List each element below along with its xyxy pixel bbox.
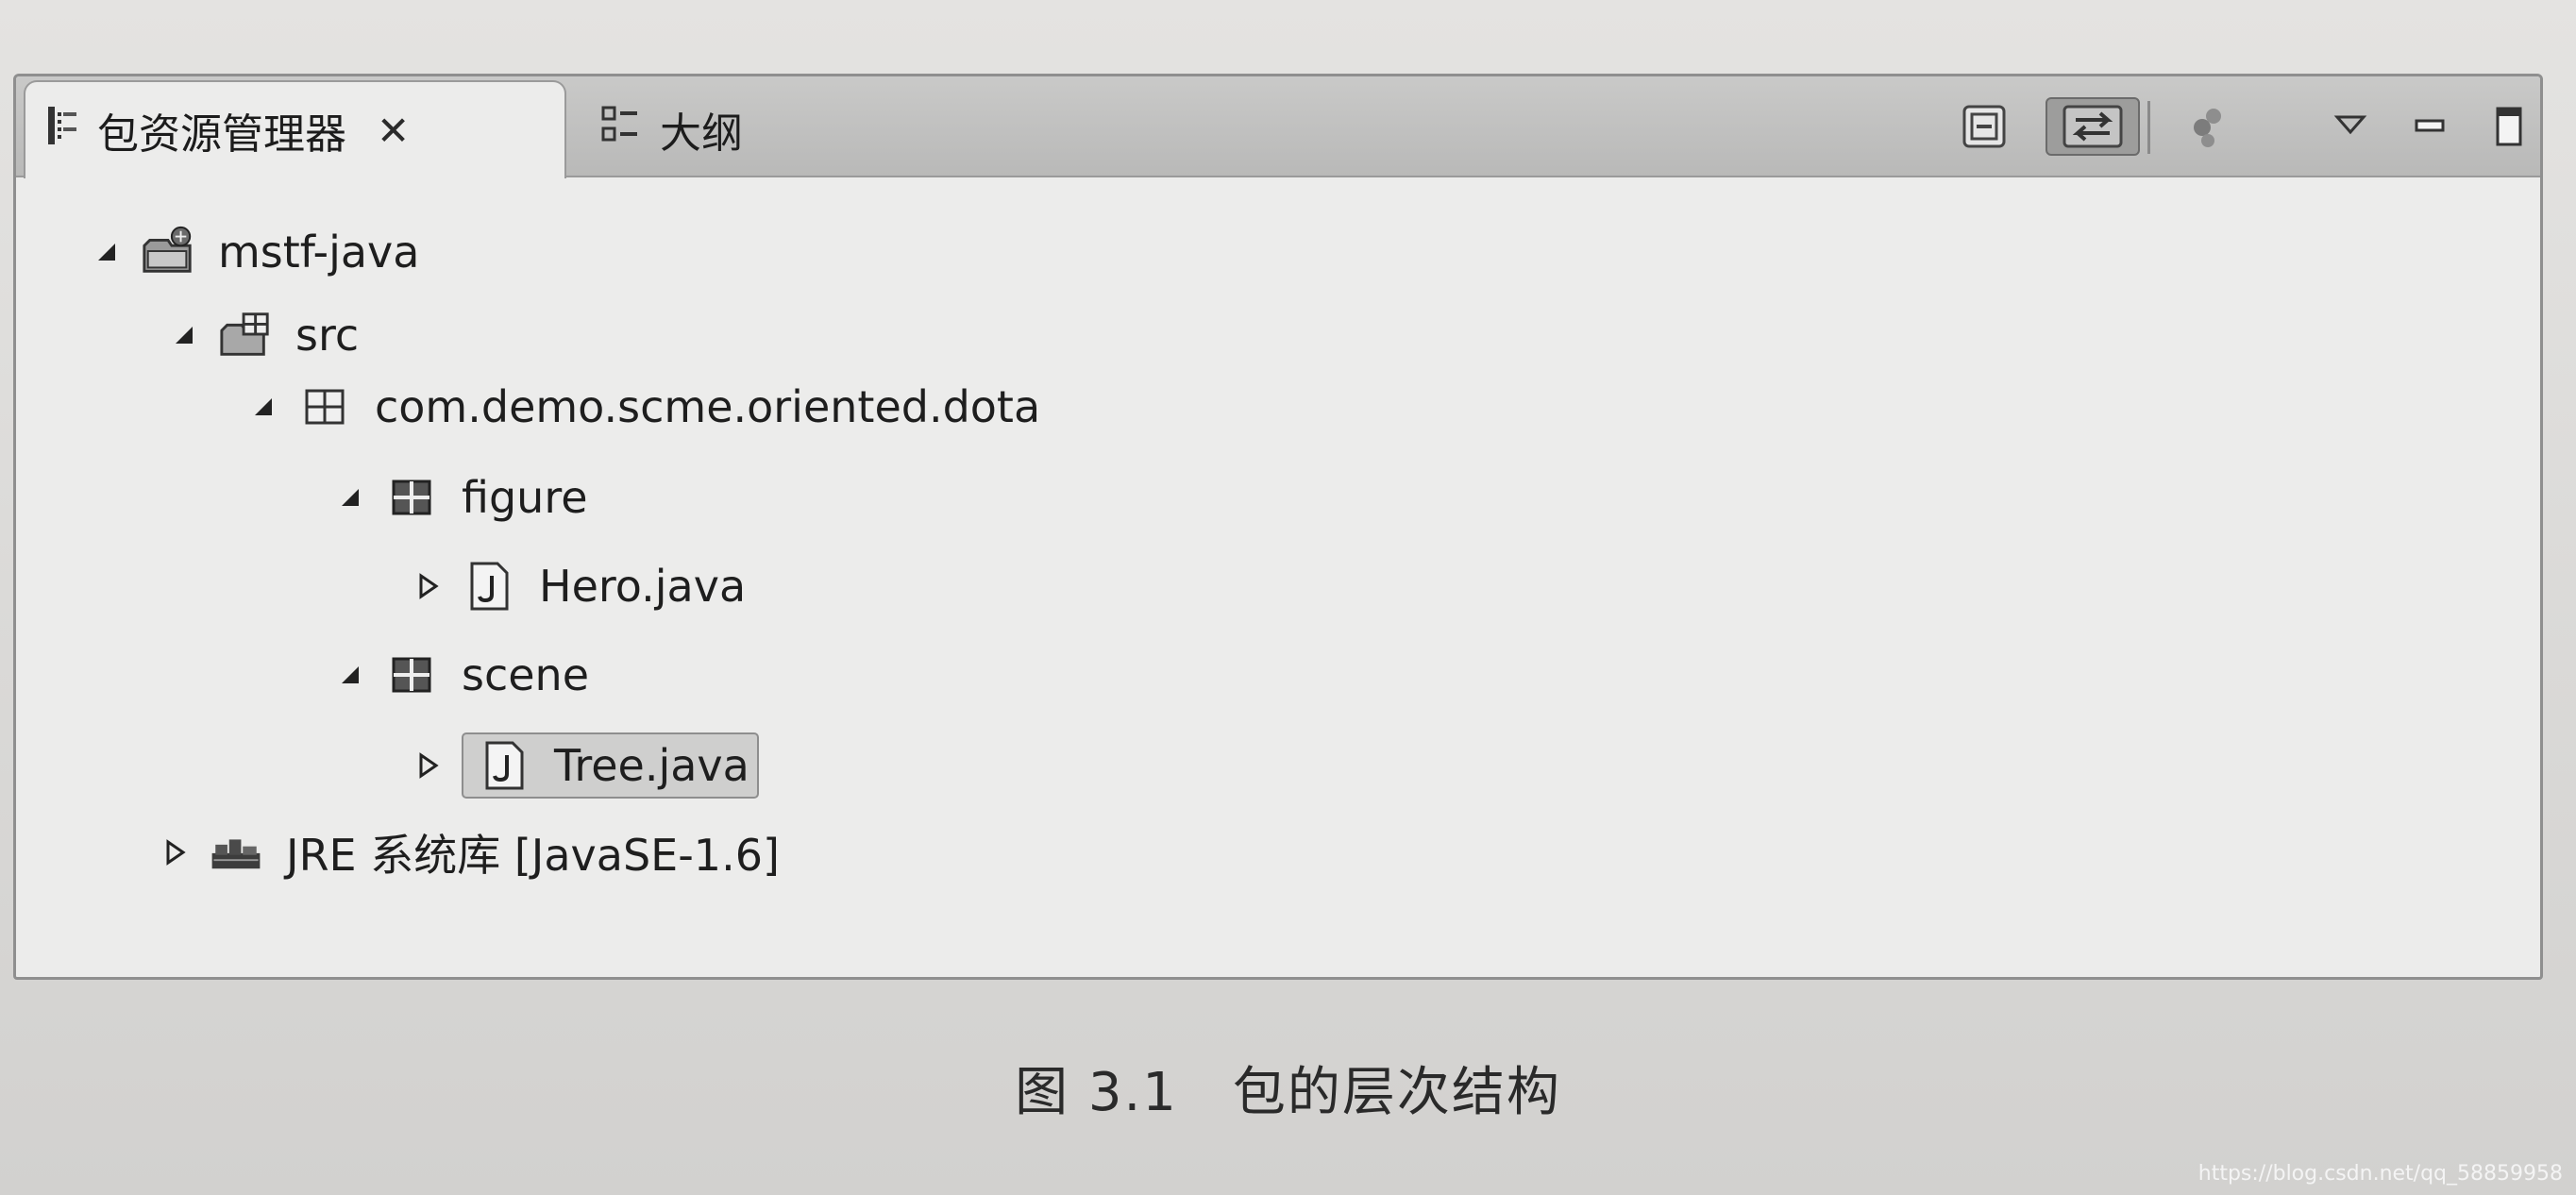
package-icon: [384, 470, 439, 525]
tree-item-project[interactable]: mstf-java: [90, 214, 419, 290]
expanded-triangle-icon[interactable]: [90, 235, 124, 269]
java-file-icon: [462, 559, 516, 614]
package-explorer-view: 包资源管理器 ✕ 大纲 mstf-java src com.demo.scme.…: [13, 74, 2543, 980]
package-icon: [297, 379, 352, 434]
tree-item-src[interactable]: src: [167, 297, 359, 373]
tree-item-file-hero[interactable]: Hero.java: [411, 548, 746, 624]
outline-icon: [601, 104, 641, 156]
source-folder-icon: [218, 308, 273, 362]
tree-item-label: mstf-java: [218, 227, 420, 278]
java-project-icon: [141, 225, 195, 279]
package-icon: [384, 648, 439, 702]
package-tree: mstf-java src com.demo.scme.oriented.dot…: [16, 180, 2540, 977]
close-icon[interactable]: ✕: [377, 108, 410, 154]
expanded-triangle-icon[interactable]: [167, 318, 201, 352]
expanded-triangle-icon[interactable]: [246, 390, 280, 424]
tab-outline-label: 大纲: [660, 109, 743, 158]
java-file-icon: [477, 738, 531, 793]
link-with-editor-icon[interactable]: [2046, 97, 2140, 156]
expanded-triangle-icon[interactable]: [333, 480, 367, 514]
collapsed-triangle-icon[interactable]: [411, 569, 445, 603]
tab-outline[interactable]: 大纲: [592, 80, 875, 178]
tree-item-jre-library[interactable]: JRE 系统库 [JavaSE-1.6]: [158, 815, 780, 890]
tree-item-package-figure[interactable]: figure: [333, 460, 588, 535]
tree-item-file-tree[interactable]: Tree.java: [411, 728, 759, 803]
tree-item-label: figure: [462, 472, 588, 523]
collapsed-triangle-icon[interactable]: [411, 749, 445, 783]
tab-package-explorer-label: 包资源管理器: [97, 110, 346, 159]
toolbar-separator: [2147, 101, 2150, 154]
library-icon: [209, 825, 263, 880]
tree-item-label: Tree.java: [554, 740, 749, 791]
selected-tree-item[interactable]: Tree.java: [462, 732, 759, 799]
tab-package-explorer[interactable]: 包资源管理器 ✕: [24, 80, 566, 178]
focus-task-icon[interactable]: [2180, 97, 2238, 156]
watermark: https://blog.csdn.net/qq_58859958: [2197, 1162, 2563, 1186]
collapsed-triangle-icon[interactable]: [158, 835, 192, 869]
page: 包资源管理器 ✕ 大纲 mstf-java src com.demo.scme.…: [0, 0, 2576, 1195]
minimize-icon[interactable]: [2400, 97, 2459, 156]
expanded-triangle-icon[interactable]: [333, 658, 367, 692]
tree-item-package-root[interactable]: com.demo.scme.oriented.dota: [246, 369, 1040, 445]
tree-item-label: JRE 系统库 [JavaSE-1.6]: [286, 830, 780, 881]
maximize-icon[interactable]: [2480, 97, 2538, 156]
tree-item-label: scene: [462, 649, 590, 700]
collapse-all-icon[interactable]: [1955, 97, 2013, 156]
tree-item-label: src: [295, 310, 360, 361]
tree-item-label: com.demo.scme.oriented.dota: [375, 381, 1041, 432]
view-tab-bar: 包资源管理器 ✕ 大纲: [16, 76, 2540, 178]
tree-item-label: Hero.java: [539, 561, 747, 612]
package-explorer-icon: [46, 105, 78, 157]
view-menu-icon[interactable]: [2321, 97, 2380, 156]
tree-item-package-scene[interactable]: scene: [333, 637, 589, 713]
figure-caption: 图 3.1 包的层次结构: [1015, 1062, 1561, 1123]
